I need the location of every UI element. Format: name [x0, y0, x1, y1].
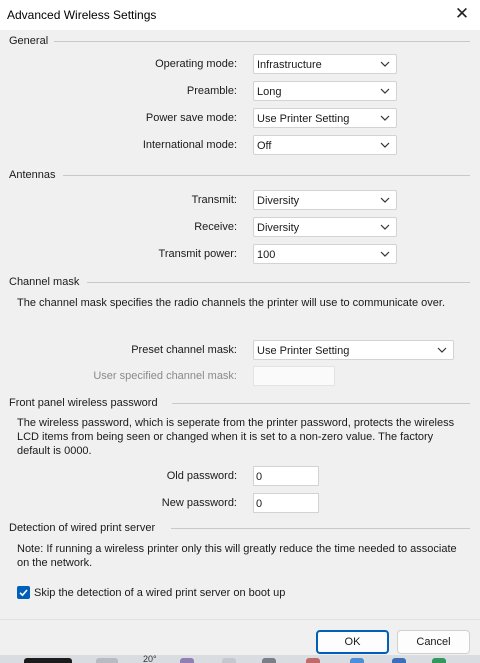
password-description: The wireless password, which is seperate…	[17, 417, 455, 457]
preset-channel-mask-select[interactable]: Use Printer Setting	[253, 340, 454, 360]
transmit-power-select[interactable]: 100	[253, 244, 397, 264]
power-save-mode-value: Use Printer Setting	[257, 113, 350, 125]
operating-mode-label: Operating mode:	[155, 58, 237, 70]
preset-channel-mask-value: Use Printer Setting	[257, 345, 350, 357]
group-wired-heading: Detection of wired print server	[9, 522, 156, 534]
footer-divider	[0, 619, 480, 620]
chevron-down-icon	[437, 347, 447, 353]
chevron-down-icon	[380, 251, 390, 257]
international-mode-value: Off	[257, 140, 272, 152]
chevron-down-icon	[380, 61, 390, 67]
group-wired-divider	[171, 528, 470, 529]
group-channel-mask-heading: Channel mask	[9, 276, 80, 288]
chevron-down-icon	[380, 115, 390, 121]
preset-channel-mask-label: Preset channel mask:	[131, 344, 237, 356]
old-password-value: 0	[256, 471, 263, 483]
taskbar-app-4[interactable]	[222, 658, 236, 663]
group-password-heading: Front panel wireless password	[9, 397, 158, 409]
group-password-divider	[172, 403, 470, 404]
transmit-power-value: 100	[257, 249, 276, 261]
taskbar-app-9[interactable]	[432, 658, 446, 663]
preamble-label: Preamble:	[186, 85, 237, 97]
group-general-divider	[54, 41, 470, 42]
new-password-value: 0	[256, 498, 263, 510]
preamble-select[interactable]: Long	[253, 81, 397, 101]
receive-label: Receive:	[194, 221, 237, 233]
old-password-input[interactable]: 0	[253, 466, 319, 486]
transmit-label: Transmit:	[191, 194, 237, 206]
skip-detection-checkbox[interactable]	[17, 586, 30, 599]
skip-detection-label[interactable]: Skip the detection of a wired print serv…	[34, 587, 285, 599]
group-channel-mask-divider	[87, 282, 470, 283]
chevron-down-icon	[380, 142, 390, 148]
transmit-power-label: Transmit power:	[158, 248, 237, 260]
power-save-mode-label: Power save mode:	[145, 112, 237, 124]
new-password-label: New password:	[161, 497, 237, 509]
chevron-down-icon	[380, 88, 390, 94]
operating-mode-select[interactable]: Infrastructure	[253, 54, 397, 74]
international-mode-label: International mode:	[142, 139, 237, 151]
window-title: Advanced Wireless Settings	[7, 8, 157, 22]
receive-select[interactable]: Diversity	[253, 217, 397, 237]
checkmark-icon	[19, 589, 28, 597]
chevron-down-icon	[380, 197, 390, 203]
chevron-down-icon	[380, 224, 390, 230]
taskbar-app-7[interactable]	[350, 658, 364, 663]
new-password-input[interactable]: 0	[253, 493, 319, 513]
transmit-select[interactable]: Diversity	[253, 190, 397, 210]
international-mode-select[interactable]: Off	[253, 135, 397, 155]
operating-mode-value: Infrastructure	[257, 59, 322, 71]
title-bar: Advanced Wireless Settings ✕	[0, 0, 480, 30]
channel-mask-description: The channel mask specifies the radio cha…	[17, 297, 445, 309]
preamble-value: Long	[257, 86, 282, 98]
close-icon: ✕	[454, 4, 470, 23]
taskbar-app-1[interactable]	[24, 658, 72, 663]
taskbar-temperature[interactable]: 20°	[143, 655, 157, 663]
taskbar-app-2[interactable]	[96, 658, 118, 663]
wired-detection-note: Note: If running a wireless printer only…	[17, 543, 457, 569]
close-button[interactable]: ✕	[444, 0, 480, 30]
cancel-button[interactable]: Cancel	[397, 630, 470, 654]
taskbar-app-8[interactable]	[392, 658, 406, 663]
group-general-heading: General	[9, 35, 49, 47]
group-antennas-heading: Antennas	[9, 169, 56, 181]
taskbar-app-6[interactable]	[306, 658, 320, 663]
user-channel-mask-label: User specified channel mask:	[93, 370, 237, 382]
ok-button[interactable]: OK	[316, 630, 389, 654]
taskbar: 20°	[0, 655, 480, 663]
receive-value: Diversity	[257, 222, 300, 234]
taskbar-app-5[interactable]	[262, 658, 276, 663]
transmit-value: Diversity	[257, 195, 300, 207]
user-channel-mask-input[interactable]	[253, 366, 335, 386]
group-antennas-divider	[63, 175, 470, 176]
taskbar-app-3[interactable]	[180, 658, 194, 663]
old-password-label: Old password:	[166, 470, 237, 482]
power-save-mode-select[interactable]: Use Printer Setting	[253, 108, 397, 128]
